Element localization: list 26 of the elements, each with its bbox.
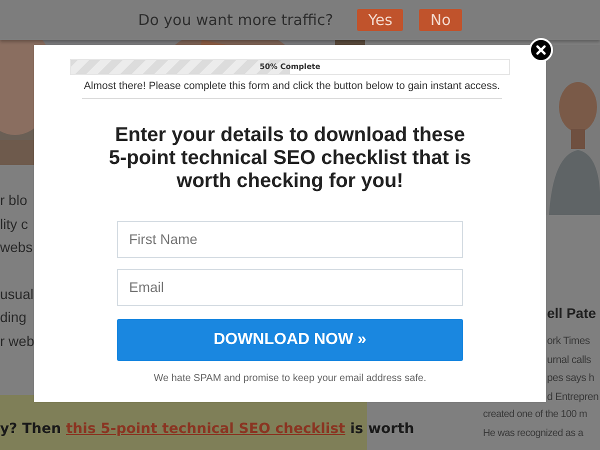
notice-text: Almost there! Please complete this form and click the button below to gain instant access. xyxy=(82,79,502,99)
paragraph-text: r blo xyxy=(0,191,28,210)
close-icon xyxy=(536,45,546,55)
profile-name: ell Pate xyxy=(547,304,596,323)
bio-text: d Entrepren xyxy=(547,390,599,404)
footer-text: We hate SPAM and promise to keep your email address safe. xyxy=(152,372,428,386)
bio-text: ork Times xyxy=(547,334,590,349)
paragraph-text: ding xyxy=(0,308,26,327)
input-field[interactable]: Email xyxy=(117,268,463,306)
download-button[interactable]: DOWNLOAD NOW » xyxy=(117,318,463,361)
paragraph-text: r web xyxy=(0,332,34,350)
bio-text: He was recognized as a xyxy=(483,426,584,440)
question-text: Do you want more traffic? xyxy=(138,10,334,31)
paragraph-text: usual xyxy=(0,284,34,304)
modal-heading: Enter your details to download these 5-point technical SEO checklist that is worth checking for you! xyxy=(108,124,472,193)
bio-text: urnal calls xyxy=(547,352,591,368)
answer-button[interactable]: Yes xyxy=(357,9,404,31)
paragraph-text: is worth xyxy=(350,421,414,437)
bio-text: pes says h xyxy=(547,371,594,386)
paragraph-text: y? Then xyxy=(0,421,62,437)
checklist-link[interactable]: this 5-point technical SEO checklist xyxy=(66,421,346,437)
paragraph-text: webs xyxy=(0,238,33,257)
paragraph-text: lity c xyxy=(0,214,28,234)
answer-button[interactable]: No xyxy=(419,9,462,31)
input-field[interactable]: First Name xyxy=(117,220,463,258)
bio-text: created one of the 100 m xyxy=(483,408,587,422)
